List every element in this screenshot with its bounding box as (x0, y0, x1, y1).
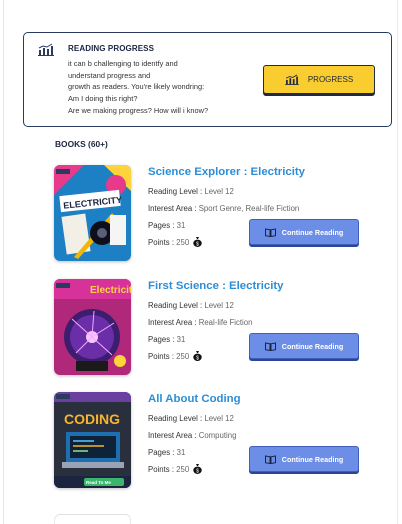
pages: Pages : 31 (148, 335, 185, 344)
open-book-icon (264, 454, 276, 464)
reading-level: Reading Level : Level 12 (148, 414, 234, 423)
pages: Pages : 31 (148, 448, 185, 457)
open-book-icon (264, 341, 276, 351)
reading-level: Reading Level : Level 12 (148, 301, 234, 310)
read-to-me-badge: Read To Me (86, 480, 111, 485)
reading-progress-description: it can b challenging to identfy and unde… (68, 58, 243, 117)
book-cover-art-electricity: ELECTRICITY (54, 165, 131, 261)
reading-progress-card: READING PROGRESS it can b challenging to… (23, 32, 392, 127)
books-heading: BOOKS (60+) (55, 139, 108, 149)
svg-text:$: $ (196, 469, 199, 475)
interest-area-value: Sport Genre, Real-life Fiction (198, 204, 300, 213)
money-bag-icon: $ (193, 351, 203, 362)
reading-level-label: Reading Level : (148, 301, 205, 310)
description-line: growth as readers. You're likely wondrin… (68, 82, 205, 92)
pages-label: Pages : (148, 448, 177, 457)
continue-reading-label: Continue Reading (281, 227, 344, 237)
pages-value: 31 (176, 448, 186, 457)
cover-title-text: CODING (64, 411, 120, 427)
open-book-icon (264, 227, 276, 237)
book-title[interactable]: Science Explorer : Electricity (148, 166, 305, 178)
interest-area-label: Interest Area : (148, 318, 199, 327)
interest-area: Interest Area : Real-life Fiction (148, 318, 252, 327)
reading-level-value: Level 12 (204, 301, 234, 310)
interest-area-value: Real-life Fiction (198, 318, 253, 327)
reading-level: Reading Level : Level 12 (148, 187, 234, 196)
book-title[interactable]: First Science : Electricity (148, 280, 283, 292)
svg-text:$: $ (196, 242, 199, 248)
reading-level-label: Reading Level : (148, 414, 205, 423)
interest-area-label: Interest Area : (148, 204, 199, 213)
money-bag-icon: $ (193, 237, 203, 248)
book-cover-art-coding: CODING Read To Me (54, 392, 131, 488)
reading-level-value: Level 12 (204, 187, 234, 196)
points-label: Points : (148, 238, 177, 247)
pages-value: 31 (176, 221, 186, 230)
points-value: 250 (176, 238, 190, 247)
reading-level-label: Reading Level : (148, 187, 205, 196)
pages-value: 31 (176, 335, 186, 344)
book-cover-art-plasma-ball: Electricity (54, 279, 131, 375)
reading-level-value: Level 12 (204, 414, 234, 423)
pages: Pages : 31 (148, 221, 185, 230)
pages-label: Pages : (148, 221, 177, 230)
book-item: Electricity First Science : Electricity … (54, 279, 364, 375)
description-line: Are we making progress? How will i know? (68, 105, 209, 115)
money-bag-icon: $ (193, 464, 203, 475)
continue-reading-button[interactable]: Continue Reading (249, 219, 359, 245)
points: Points : 250 $ (148, 237, 203, 248)
bar-chart-icon (285, 74, 299, 85)
book-item: CODING Read To Me All About Coding Readi… (54, 392, 364, 488)
book-title[interactable]: All About Coding (148, 393, 241, 405)
reading-progress-title: READING PROGRESS (68, 44, 155, 53)
continue-reading-button[interactable]: Continue Reading (249, 446, 359, 472)
continue-reading-label: Continue Reading (281, 454, 344, 464)
points: Points : 250 $ (148, 351, 203, 362)
interest-area-label: Interest Area : (148, 431, 199, 440)
cover-title-text: Electricity (90, 285, 131, 296)
interest-area-value: Computing (198, 431, 237, 440)
points-label: Points : (148, 465, 177, 474)
book-cover[interactable]: Electricity (54, 279, 131, 375)
description-line: Am I doing this right? (68, 94, 138, 104)
description-line: understand progress and (68, 70, 151, 80)
book-item: ELECTRICITY Science Explorer : Electrici… (54, 165, 364, 261)
interest-area: Interest Area : Sport Genre, Real-life F… (148, 204, 299, 213)
points: Points : 250 $ (148, 464, 203, 475)
book-cover[interactable]: CODING Read To Me (54, 392, 131, 488)
continue-reading-label: Continue Reading (281, 341, 344, 351)
interest-area: Interest Area : Computing (148, 431, 236, 440)
right-divider (397, 0, 398, 524)
description-line: it can b challenging to identfy and (68, 59, 178, 68)
progress-button[interactable]: PROGRESS (263, 65, 375, 94)
book-cover[interactable]: ELECTRICITY (54, 165, 131, 261)
left-divider (3, 0, 4, 524)
progress-button-label: PROGRESS (307, 75, 354, 84)
points-label: Points : (148, 352, 177, 361)
continue-reading-button[interactable]: Continue Reading (249, 333, 359, 359)
next-book-card-edge (54, 514, 131, 524)
svg-text:$: $ (196, 356, 199, 362)
bar-chart-icon (38, 43, 54, 56)
points-value: 250 (176, 352, 190, 361)
points-value: 250 (176, 465, 190, 474)
pages-label: Pages : (148, 335, 177, 344)
